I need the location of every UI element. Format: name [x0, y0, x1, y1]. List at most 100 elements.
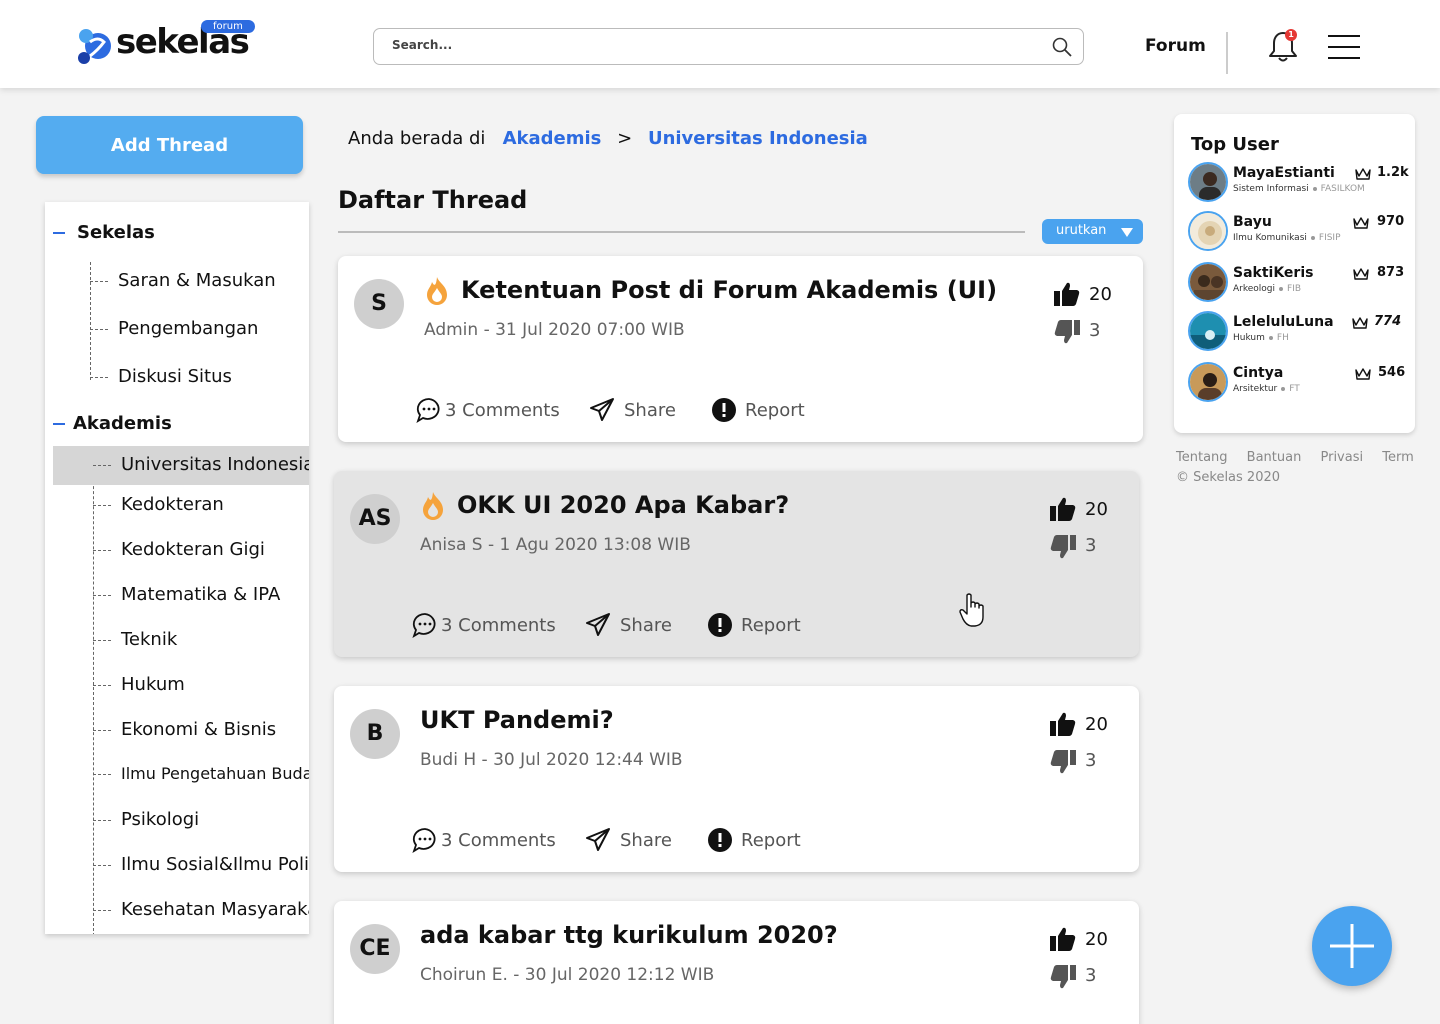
- title-divider: [338, 231, 1025, 233]
- comments-button[interactable]: 3 Comments: [412, 612, 562, 642]
- breadcrumb-separator: >: [617, 128, 633, 149]
- thread-title[interactable]: Ketentuan Post di Forum Akademis (UI): [461, 276, 997, 304]
- new-thread-fab[interactable]: [1312, 906, 1392, 986]
- category-item[interactable]: Teknik: [93, 629, 309, 655]
- category-item[interactable]: Hukum: [93, 674, 309, 700]
- thread-title[interactable]: ada kabar ttg kurikulum 2020?: [420, 921, 838, 949]
- alert-icon: [708, 613, 732, 637]
- thread-title[interactable]: OKK UI 2020 Apa Kabar?: [457, 491, 789, 519]
- avatar: S: [354, 279, 404, 329]
- breadcrumb-link-akademis[interactable]: Akademis: [503, 128, 602, 149]
- report-button[interactable]: Report: [711, 397, 821, 427]
- share-button[interactable]: Share: [585, 612, 685, 642]
- send-icon: [586, 613, 610, 636]
- footer-link-term[interactable]: Term: [1382, 450, 1414, 465]
- dislike-button[interactable]: 3: [1053, 318, 1113, 346]
- alert-icon: [712, 398, 736, 422]
- top-user-row[interactable]: LeleluluLuna Hukum FH 774: [1188, 311, 1404, 355]
- thread-card[interactable]: CE ada kabar ttg kurikulum 2020? Choirun…: [334, 901, 1139, 1024]
- like-button[interactable]: 20: [1049, 925, 1119, 953]
- caret-down-icon: [1121, 228, 1133, 237]
- thread-card[interactable]: S Ketentuan Post di Forum Akademis (UI) …: [338, 256, 1143, 442]
- share-button[interactable]: Share: [589, 397, 689, 427]
- top-user-row[interactable]: MayaEstianti Sistem Informasi FASILKOM 1.…: [1188, 162, 1409, 206]
- like-button[interactable]: 20: [1049, 495, 1119, 523]
- thread-title[interactable]: UKT Pandemi?: [420, 706, 614, 734]
- search-icon[interactable]: [1051, 36, 1073, 58]
- breadcrumb: Anda berada di Akademis > Universitas In…: [348, 128, 868, 149]
- category-item[interactable]: Ilmu Pengetahuan Budaya: [93, 764, 309, 790]
- category-item[interactable]: Psikologi: [93, 809, 309, 835]
- dislike-count: 3: [1085, 965, 1097, 986]
- like-count: 20: [1085, 499, 1108, 520]
- hand-cursor-icon: [959, 593, 984, 627]
- crown-icon: [1355, 168, 1371, 180]
- top-user-row[interactable]: Bayu Ilmu Komunikasi FISIP 970: [1188, 211, 1404, 255]
- dislike-button[interactable]: 3: [1049, 963, 1109, 991]
- category-item[interactable]: Kedokteran: [93, 494, 309, 520]
- top-header: sekelas forum Forum 1: [0, 0, 1440, 88]
- category-item[interactable]: Matematika & IPA: [93, 584, 309, 610]
- category-item[interactable]: Ekonomi & Bisnis: [93, 719, 309, 745]
- share-button[interactable]: Share: [585, 827, 685, 857]
- thread-card[interactable]: B UKT Pandemi? Budi H - 30 Jul 2020 12:4…: [334, 686, 1139, 872]
- category-group-akademis[interactable]: Akademis: [53, 413, 172, 434]
- category-item[interactable]: Diskusi Situs: [90, 366, 309, 392]
- thread-card[interactable]: AS OKK UI 2020 Apa Kabar? Anisa S - 1 Ag…: [334, 471, 1139, 657]
- like-count: 20: [1085, 714, 1108, 735]
- category-item[interactable]: Kedokteran Gigi: [93, 539, 309, 565]
- logo-mark-icon: [78, 29, 111, 64]
- user-name: SaktiKeris: [1233, 265, 1314, 281]
- category-item[interactable]: Ilmu Sosial&Ilmu Politik: [93, 854, 309, 880]
- avatar: [1188, 211, 1228, 251]
- avatar: B: [350, 709, 400, 759]
- comment-icon: [416, 398, 440, 423]
- like-button[interactable]: 20: [1049, 710, 1119, 738]
- notification-count-badge: 1: [1285, 29, 1297, 41]
- sort-dropdown[interactable]: urutkan: [1042, 219, 1143, 244]
- fire-icon: [423, 492, 443, 520]
- thread-meta: Anisa S - 1 Agu 2020 13:08 WIB: [420, 535, 691, 555]
- thread-meta: Admin - 31 Jul 2020 07:00 WIB: [424, 320, 685, 340]
- comments-button[interactable]: 3 Comments: [416, 397, 566, 427]
- user-name: Bayu: [1233, 214, 1272, 230]
- nav-forum-link[interactable]: Forum: [1145, 36, 1206, 56]
- avatar: AS: [350, 494, 400, 544]
- page-title: Daftar Thread: [338, 186, 528, 214]
- search-bar[interactable]: [373, 28, 1084, 65]
- category-item[interactable]: Pengembangan: [90, 318, 309, 344]
- category-group-sekelas[interactable]: Sekelas: [53, 222, 155, 243]
- dislike-count: 3: [1085, 750, 1097, 771]
- top-user-row[interactable]: Cintya Arsitektur FT 546: [1188, 362, 1405, 406]
- footer-link-tentang[interactable]: Tentang: [1176, 450, 1228, 465]
- category-item-active[interactable]: Universitas Indonesia: [53, 446, 309, 485]
- top-user-row[interactable]: SaktiKeris Arkeologi FIB 873: [1188, 262, 1404, 306]
- dislike-button[interactable]: 3: [1049, 533, 1109, 561]
- category-item[interactable]: Kesehatan Masyarakat: [93, 899, 309, 925]
- top-user-title: Top User: [1191, 134, 1279, 155]
- like-button[interactable]: 20: [1053, 280, 1123, 308]
- hamburger-menu-icon[interactable]: [1328, 34, 1360, 60]
- sort-label: urutkan: [1056, 223, 1107, 238]
- add-thread-button[interactable]: Add Thread: [36, 116, 303, 174]
- copyright: © Sekelas 2020: [1176, 470, 1281, 485]
- user-name: Cintya: [1233, 365, 1284, 381]
- report-button[interactable]: Report: [707, 827, 817, 857]
- category-item[interactable]: Saran & Masukan: [90, 270, 309, 296]
- user-affiliation: Hukum FH: [1233, 333, 1289, 343]
- sekelas-logo[interactable]: sekelas forum: [76, 20, 276, 68]
- dislike-button[interactable]: 3: [1049, 748, 1109, 776]
- user-name: MayaEstianti: [1233, 165, 1335, 181]
- avatar: [1188, 262, 1228, 302]
- search-input[interactable]: [392, 38, 992, 52]
- crown-icon: [1353, 217, 1369, 229]
- breadcrumb-link-universitas[interactable]: Universitas Indonesia: [648, 128, 868, 149]
- comments-button[interactable]: 3 Comments: [412, 827, 562, 857]
- footer-link-bantuan[interactable]: Bantuan: [1247, 450, 1302, 465]
- category-panel: Sekelas Saran & Masukan Pengembangan Dis…: [45, 202, 309, 934]
- footer-link-privasi[interactable]: Privasi: [1320, 450, 1363, 465]
- category-group-label: Sekelas: [77, 222, 155, 243]
- send-icon: [590, 398, 614, 421]
- notification-button[interactable]: 1: [1267, 29, 1299, 63]
- report-button[interactable]: Report: [707, 612, 817, 642]
